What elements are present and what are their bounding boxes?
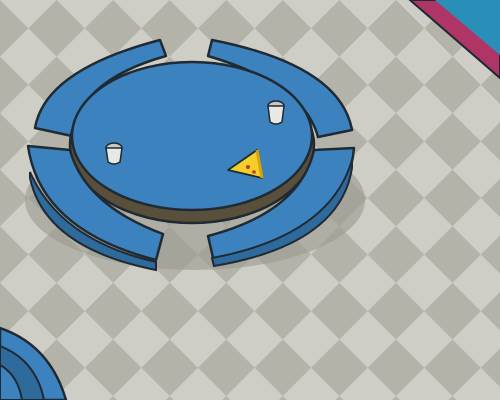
scene-canvas <box>0 0 500 400</box>
game-scene <box>0 0 500 400</box>
cup-left[interactable] <box>105 142 123 165</box>
table-top <box>70 60 314 212</box>
cup-right[interactable] <box>267 100 285 125</box>
